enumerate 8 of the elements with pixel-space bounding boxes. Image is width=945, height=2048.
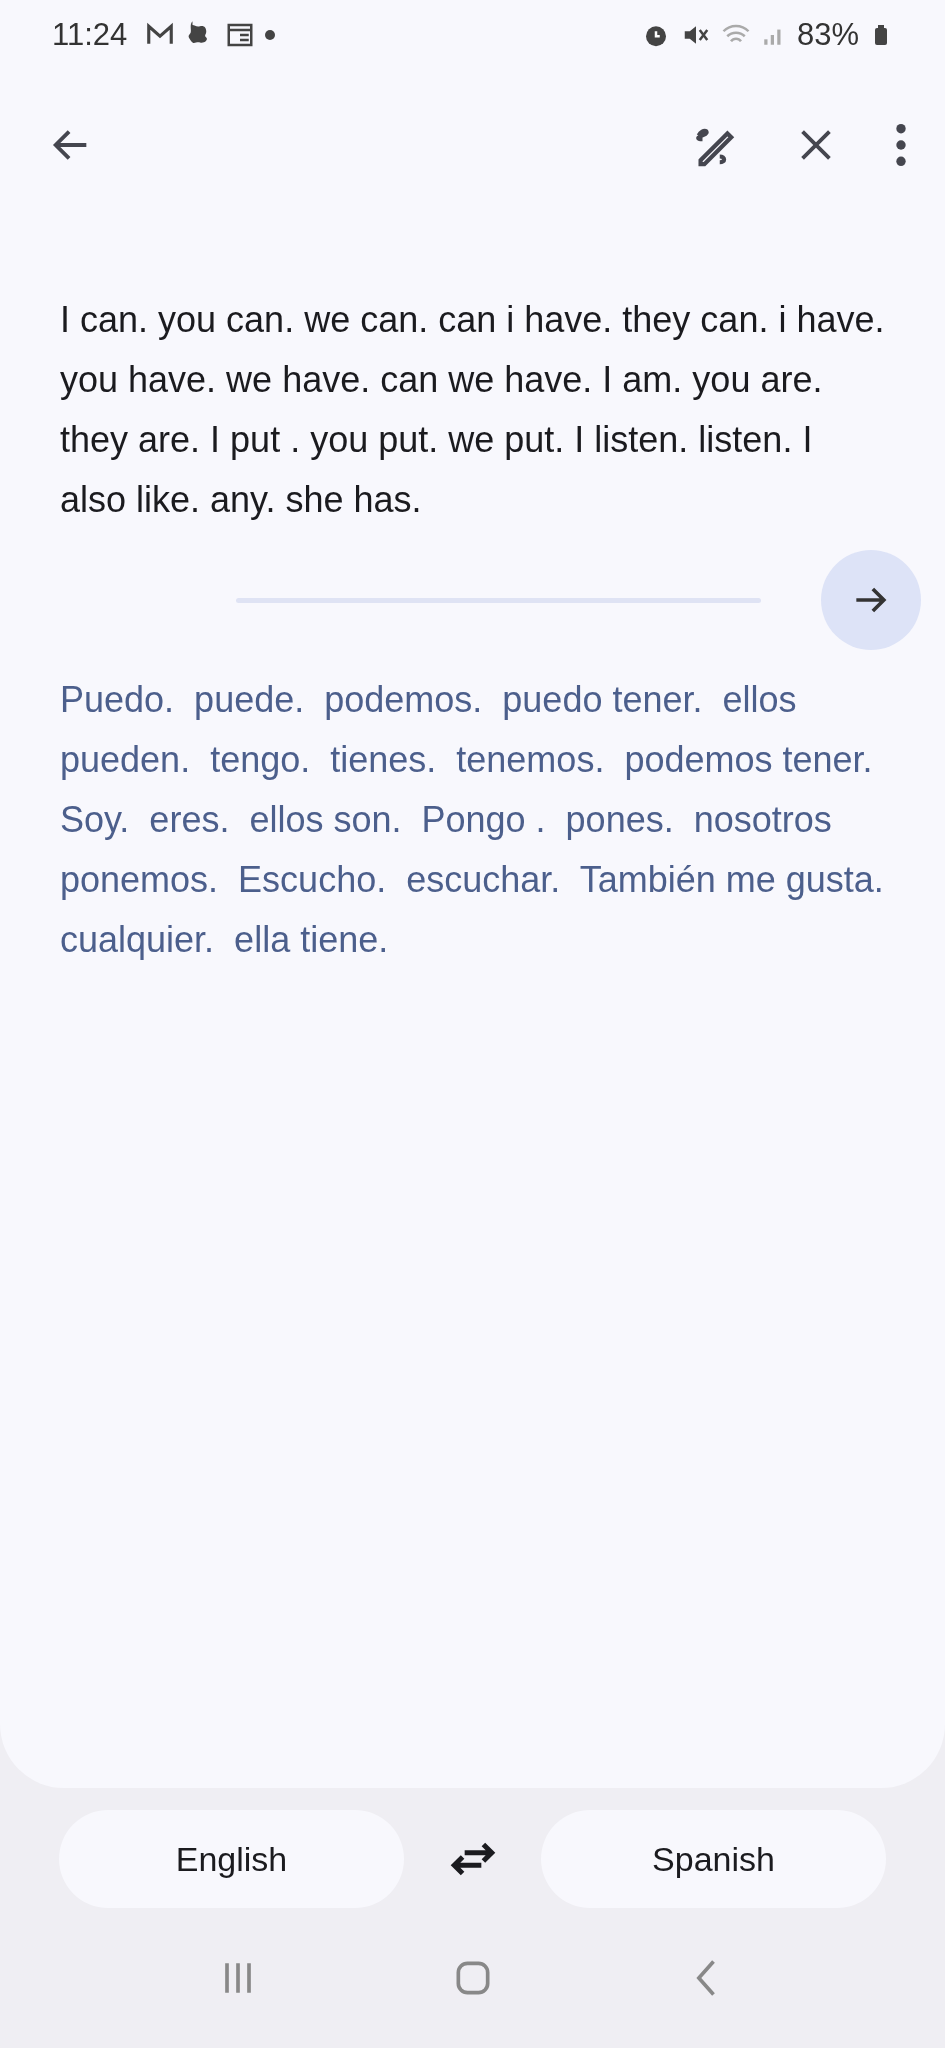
dot-icon <box>265 30 276 40</box>
source-text: I can. you can. we can. can i have. they can. i have. you have. we have. can we have. I am. you are. they are. I put . you put. we put. I listen. listen. I also like. any. she has. <box>59 298 886 522</box>
source-language-button[interactable]: English <box>59 1810 404 1908</box>
target-language-button[interactable]: Spanish <box>541 1810 886 1908</box>
more-icon <box>895 124 907 166</box>
translation-text: Puedo. puede. podemos. puedo tener. ellos pueden. tengo. tienes. tenemos. podemos tener. Soy. eres. ellos son. Pongo . pones. nosotros ponemos. Escucho. escuchar. También me gusta. cualquier. ella tiene. <box>59 678 885 962</box>
battery-percent: 83% <box>796 17 859 53</box>
status-time: 11:24 <box>52 17 128 53</box>
